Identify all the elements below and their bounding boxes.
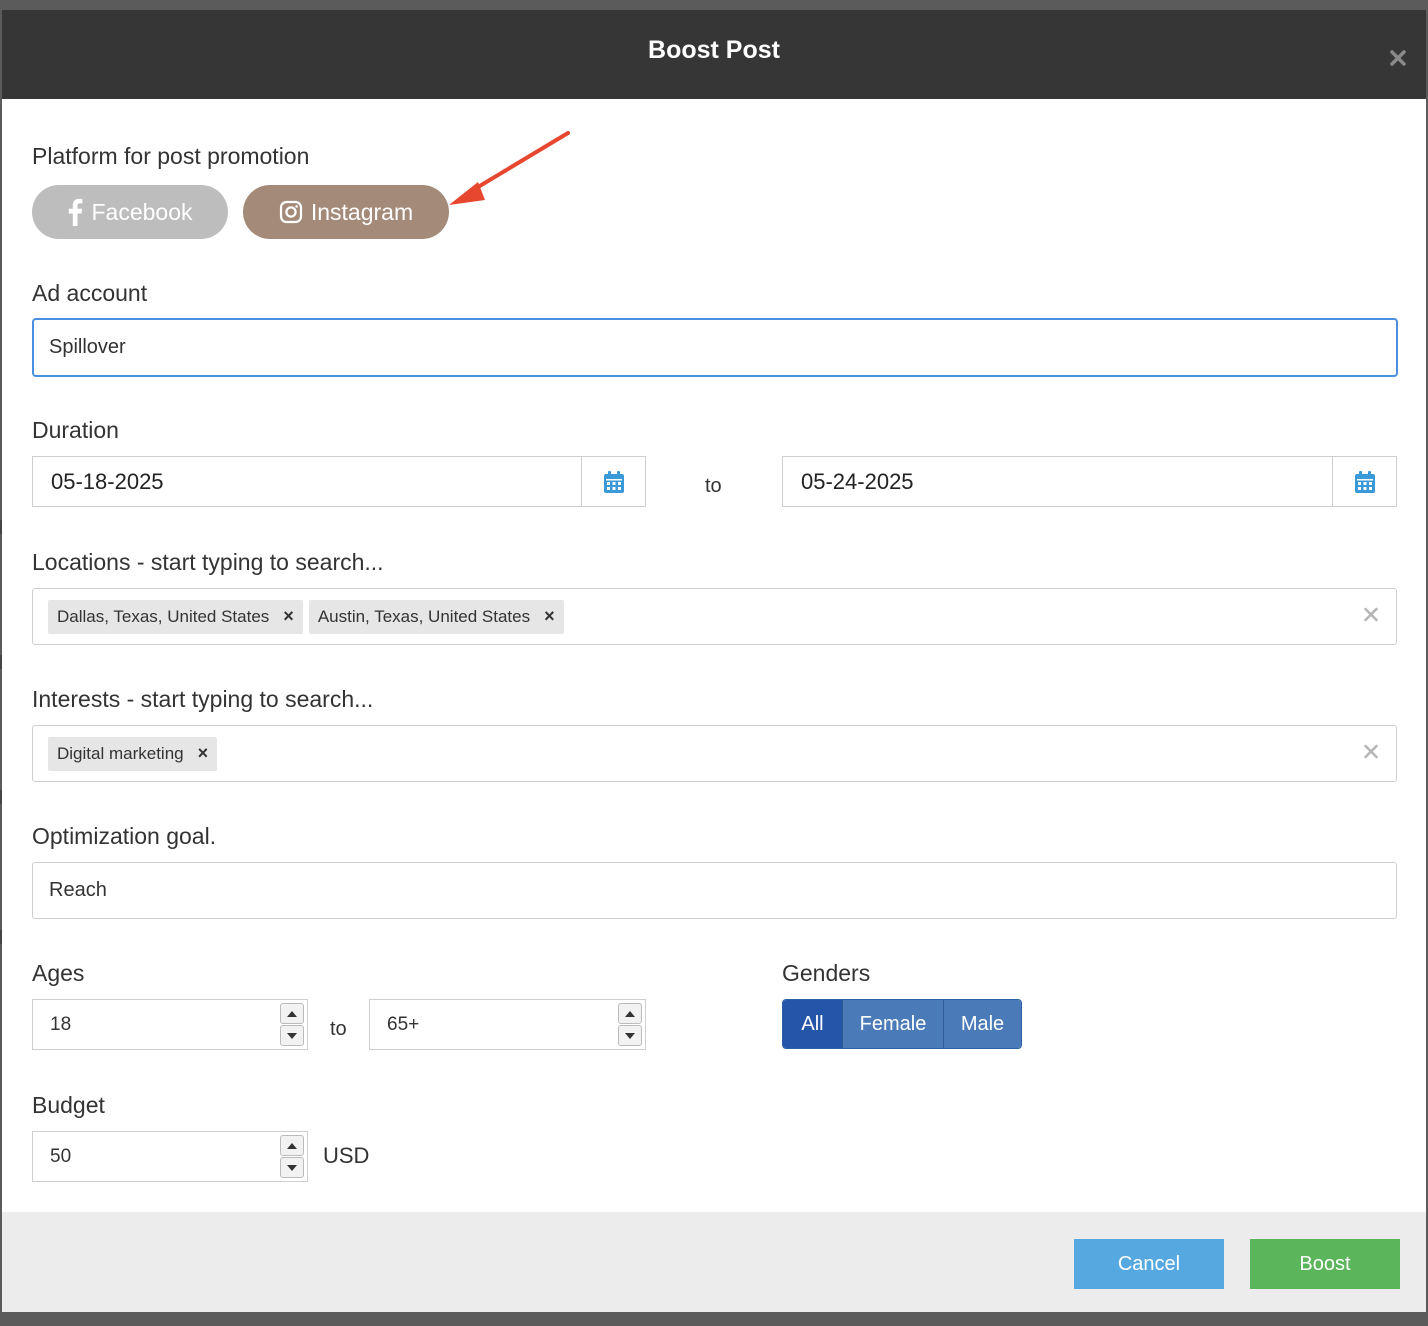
boost-post-modal: Boost Post Platform for post promotion F… (2, 10, 1426, 1312)
spinner-up-icon[interactable] (280, 1003, 304, 1024)
gender-female-button[interactable]: Female (842, 1000, 943, 1048)
budget-spinner (280, 1135, 304, 1178)
budget-currency: USD (323, 1143, 370, 1168)
start-date-field: 05-18-2025 (32, 456, 646, 507)
gender-all-button[interactable]: All (783, 1000, 842, 1048)
age-max-spinner (618, 1003, 642, 1046)
age-min-spinner (280, 1003, 304, 1046)
boost-button[interactable]: Boost (1250, 1239, 1400, 1289)
instagram-icon (279, 200, 302, 224)
spinner-up-icon[interactable] (618, 1003, 642, 1024)
ad-account-select[interactable]: Spillover (32, 318, 1398, 377)
optimization-goal-value: Reach (49, 879, 107, 901)
start-date-picker-button[interactable] (581, 457, 645, 506)
modal-footer: Cancel Boost (2, 1212, 1426, 1312)
ad-account-value: Spillover (49, 336, 126, 358)
remove-tag-icon[interactable]: × (544, 606, 555, 627)
remove-tag-icon[interactable]: × (283, 606, 294, 627)
clear-locations-icon[interactable] (1364, 607, 1378, 626)
age-range-separator: to (330, 1018, 347, 1040)
start-date-input[interactable]: 05-18-2025 (33, 457, 581, 506)
age-min-input[interactable]: 18 (32, 999, 308, 1050)
facebook-platform-button[interactable]: Facebook (32, 185, 228, 239)
interests-label: Interests - start typing to search... (32, 686, 374, 712)
end-date-picker-button[interactable] (1332, 457, 1396, 506)
spinner-down-icon[interactable] (618, 1025, 642, 1046)
platform-label: Platform for post promotion (32, 143, 310, 169)
ages-label: Ages (32, 960, 85, 986)
instagram-platform-button[interactable]: Instagram (243, 185, 449, 239)
interest-tag: Digital marketing × (48, 736, 218, 771)
interest-tag-label: Digital marketing (57, 743, 184, 763)
budget-input[interactable]: 50 (32, 1131, 308, 1182)
location-tag: Dallas, Texas, United States × (48, 599, 303, 634)
age-min-value: 18 (50, 1013, 72, 1035)
genders-label: Genders (782, 960, 871, 986)
date-range-separator: to (705, 475, 722, 497)
spinner-up-icon[interactable] (280, 1135, 304, 1156)
location-tag: Austin, Texas, United States × (308, 599, 564, 634)
spinner-down-icon[interactable] (280, 1025, 304, 1046)
facebook-icon (69, 198, 83, 226)
age-max-value: 65+ (387, 1013, 420, 1035)
end-date-field: 05-24-2025 (782, 456, 1397, 507)
gender-male-button[interactable]: Male (943, 1000, 1021, 1048)
budget-value: 50 (50, 1145, 72, 1167)
remove-tag-icon[interactable]: × (198, 743, 209, 764)
locations-label: Locations - start typing to search... (32, 549, 384, 575)
optimization-goal-select[interactable]: Reach (32, 862, 1397, 919)
instagram-label: Instagram (310, 198, 414, 225)
gender-segmented-control: All Female Male (782, 999, 1022, 1049)
age-max-input[interactable]: 65+ (369, 999, 646, 1050)
optimization-goal-label: Optimization goal. (32, 823, 217, 849)
ad-account-label: Ad account (32, 280, 148, 306)
calendar-icon (1354, 470, 1375, 493)
locations-input[interactable]: Dallas, Texas, United States × Austin, T… (32, 588, 1397, 645)
annotation-arrow (449, 131, 570, 205)
location-tag-label: Dallas, Texas, United States (57, 606, 270, 626)
modal-header: Boost Post (2, 10, 1426, 99)
close-icon[interactable] (1390, 50, 1406, 66)
calendar-icon (603, 470, 624, 493)
duration-label: Duration (32, 417, 119, 443)
cancel-button[interactable]: Cancel (1074, 1239, 1224, 1289)
clear-interests-icon[interactable] (1364, 744, 1378, 763)
budget-label: Budget (32, 1092, 105, 1118)
spinner-down-icon[interactable] (280, 1157, 304, 1178)
facebook-label: Facebook (91, 198, 193, 225)
location-tag-label: Austin, Texas, United States (317, 606, 531, 626)
modal-title: Boost Post (648, 36, 780, 64)
interests-input[interactable]: Digital marketing × (32, 725, 1397, 782)
end-date-input[interactable]: 05-24-2025 (783, 457, 1332, 506)
